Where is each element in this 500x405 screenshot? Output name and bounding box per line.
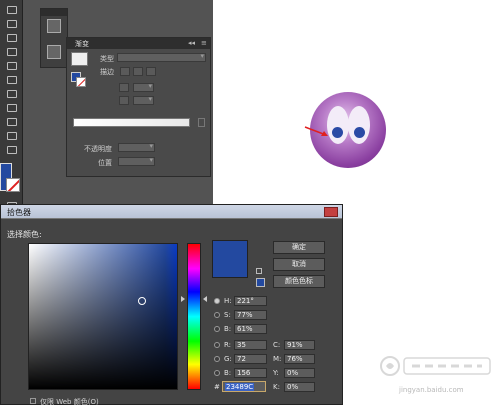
angle-input[interactable]: [133, 82, 154, 92]
brush-tool-icon[interactable]: [5, 88, 17, 98]
r-label: R:: [224, 341, 232, 349]
angle-icon: [119, 83, 129, 92]
stroke-option-1[interactable]: [120, 67, 130, 76]
b-radio[interactable]: [214, 326, 220, 332]
new-color-preview: [212, 240, 248, 278]
web-only-checkbox[interactable]: [30, 398, 36, 404]
right-highlight: [348, 106, 370, 144]
blue-radio[interactable]: [214, 370, 220, 376]
saturation-brightness-field[interactable]: [28, 243, 178, 390]
blue-label: B:: [224, 369, 232, 377]
line-tool-icon[interactable]: [5, 60, 17, 70]
gradient-preview-swatch[interactable]: [71, 52, 88, 66]
rectangle-tool-icon[interactable]: [5, 74, 17, 84]
r-radio[interactable]: [214, 342, 220, 348]
y-field[interactable]: 0%: [284, 368, 315, 378]
h-radio[interactable]: [214, 298, 220, 304]
m-label: M:: [273, 355, 282, 363]
location-label: 位置: [98, 159, 112, 167]
b-field[interactable]: 61%: [234, 324, 267, 334]
hex-label: #: [214, 383, 220, 391]
pen-tool-icon[interactable]: [5, 32, 17, 42]
g-label: G:: [224, 355, 232, 363]
k-label: K:: [273, 383, 280, 391]
stroke-label: 描边: [100, 68, 114, 76]
hex-value: 23489C: [225, 383, 255, 391]
color-swatches-button[interactable]: 颜色色标: [273, 275, 325, 288]
collapse-icon[interactable]: ◂◂: [188, 39, 195, 47]
c-field[interactable]: 91%: [284, 340, 315, 350]
gradient-panel-title: 渐变: [75, 40, 89, 48]
close-icon[interactable]: [324, 207, 338, 217]
g-field[interactable]: 72: [234, 354, 267, 364]
gradient-type-select[interactable]: [117, 52, 206, 62]
panel-icon[interactable]: [47, 19, 61, 33]
s-radio[interactable]: [214, 312, 220, 318]
blue-field[interactable]: 156: [234, 368, 267, 378]
stroke-color-swatch[interactable]: [6, 178, 20, 192]
color-picker-title: 拾色器: [7, 208, 31, 217]
left-highlight: [327, 106, 349, 144]
selection-tool-icon[interactable]: [5, 4, 17, 14]
color-field-cursor[interactable]: [138, 297, 146, 305]
hue-slider-left-handle-icon[interactable]: [181, 296, 185, 302]
color-picker-titlebar[interactable]: 拾色器: [1, 205, 342, 219]
opacity-input[interactable]: [118, 142, 155, 152]
out-of-gamut-cube-icon[interactable]: [256, 268, 262, 274]
right-eye: [354, 127, 365, 138]
web-safe-swatch[interactable]: [256, 278, 265, 287]
type-tool-icon[interactable]: [5, 46, 17, 56]
r-field[interactable]: 35: [234, 340, 267, 350]
gradient-panel: 渐变 ◂◂ ≡ 类型 描边 不透明度 位置: [66, 37, 211, 177]
rotate-tool-icon[interactable]: [5, 102, 17, 112]
gradient-slider[interactable]: [73, 118, 190, 127]
web-only-label: 仅限 Web 颜色(O): [40, 398, 99, 405]
cancel-button[interactable]: 取消: [273, 258, 325, 271]
gradient-panel-icon[interactable]: [47, 45, 61, 59]
gradient-panel-header[interactable]: 渐变 ◂◂ ≡: [67, 38, 210, 49]
hex-field[interactable]: 23489C: [222, 381, 266, 392]
watermark-text: jingyan.baidu.com: [399, 386, 464, 394]
dock-header[interactable]: [41, 9, 67, 16]
k-field[interactable]: 0%: [284, 382, 315, 392]
aspect-icon: [119, 96, 129, 105]
b-label: B:: [224, 325, 232, 333]
collapsed-panel-dock[interactable]: [40, 8, 68, 68]
ok-button[interactable]: 确定: [273, 241, 325, 254]
graph-tool-icon[interactable]: [5, 116, 17, 126]
gradient-stroke-swatch[interactable]: [76, 77, 86, 87]
left-eye: [332, 127, 343, 138]
m-field[interactable]: 76%: [284, 354, 315, 364]
stroke-option-3[interactable]: [146, 67, 156, 76]
red-arrow-icon: [304, 126, 328, 136]
delete-stop-icon[interactable]: [198, 118, 205, 127]
aspect-input[interactable]: [133, 95, 154, 105]
direct-select-tool-icon[interactable]: [5, 18, 17, 28]
hue-slider[interactable]: [187, 243, 201, 390]
g-radio[interactable]: [214, 356, 220, 362]
s-label: S:: [224, 311, 231, 319]
y-label: Y:: [273, 369, 279, 377]
select-color-label: 选择颜色:: [7, 230, 42, 239]
location-input[interactable]: [118, 156, 155, 166]
stroke-option-2[interactable]: [133, 67, 143, 76]
h-field[interactable]: 221°: [234, 296, 267, 306]
c-label: C:: [273, 341, 281, 349]
h-label: H:: [224, 297, 232, 305]
s-field[interactable]: 77%: [234, 310, 267, 320]
hue-slider-right-handle-icon[interactable]: [203, 296, 207, 302]
panel-menu-icon[interactable]: ≡: [201, 39, 207, 47]
type-label: 类型: [100, 55, 114, 63]
opacity-label: 不透明度: [84, 145, 112, 153]
eyedropper-tool-icon[interactable]: [5, 130, 17, 140]
zoom-tool-icon[interactable]: [5, 144, 17, 154]
